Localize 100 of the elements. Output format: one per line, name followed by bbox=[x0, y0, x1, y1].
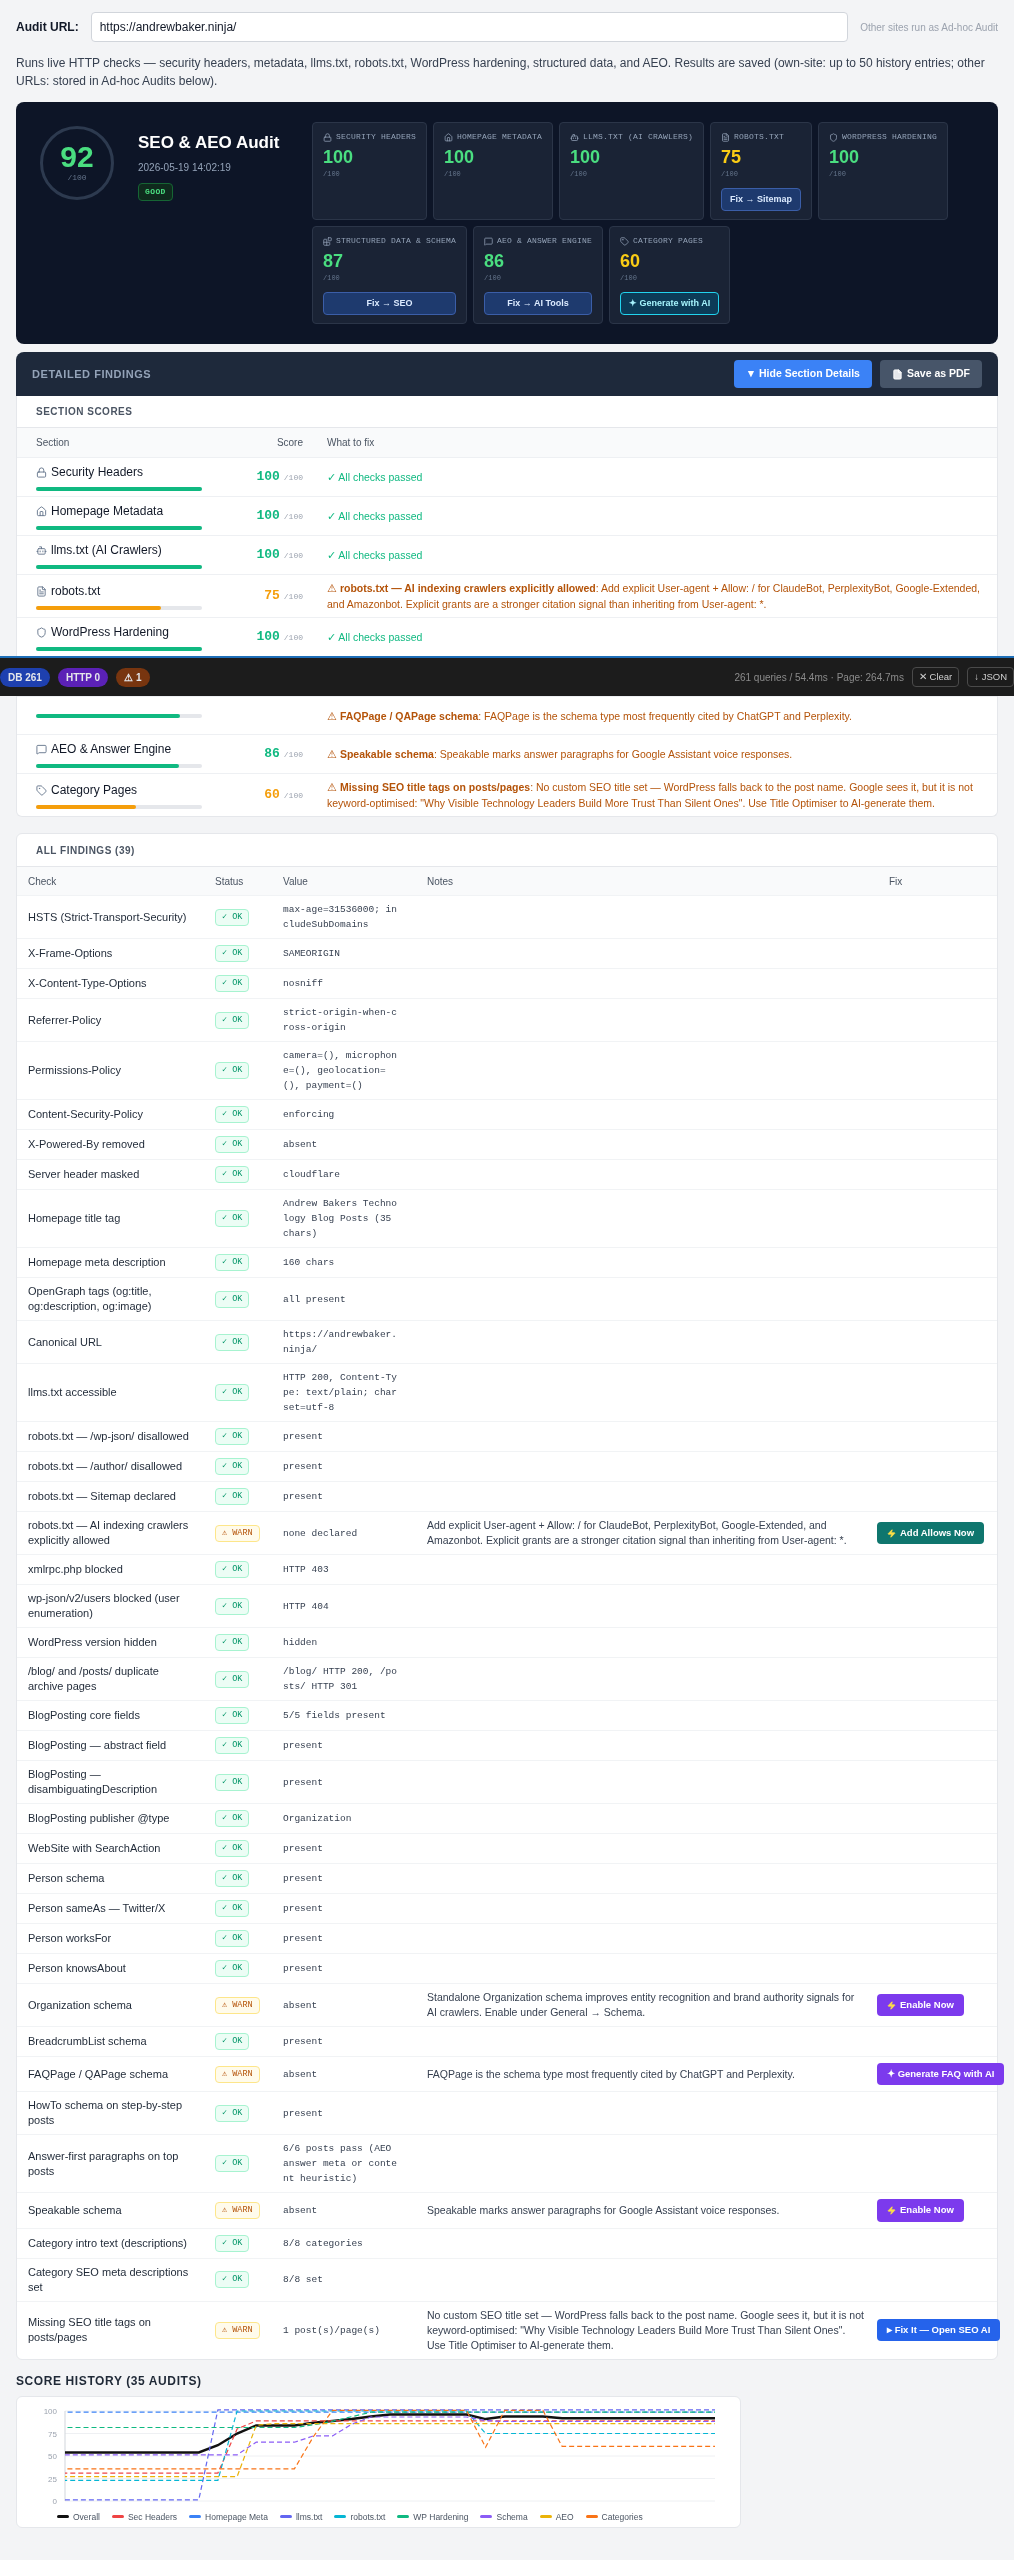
check-name: /blog/ and /posts/ duplicate archive pages bbox=[27, 1664, 160, 1694]
status-badge: ✓ OK bbox=[215, 1634, 250, 1651]
check-value: SAMEORIGIN bbox=[282, 947, 341, 961]
status-badge: ✓ OK bbox=[215, 1428, 250, 1445]
check-value: 6/6 posts pass (AEO answer meta or content heuristic) bbox=[282, 2142, 399, 2187]
status-badge: ✓ OK bbox=[215, 1810, 250, 1827]
check-name: BreadcrumbList schema bbox=[27, 2034, 148, 2049]
check-value: absent bbox=[282, 2067, 319, 2082]
check-name: Organization schema bbox=[27, 1997, 133, 2013]
check-value: 1 post(s)/page(s) bbox=[282, 2323, 381, 2338]
blocks-icon bbox=[323, 236, 332, 246]
section-name: Category Pages bbox=[51, 782, 138, 799]
fix-note: ✓ All checks passed bbox=[326, 630, 424, 645]
section-score-max: /100 bbox=[283, 591, 303, 604]
section-score: 100 bbox=[256, 507, 280, 526]
check-name: Category intro text (descriptions) bbox=[27, 2235, 188, 2251]
fix-button[interactable]: Enable Now bbox=[877, 2199, 964, 2222]
check-name: robots.txt — /wp-json/ disallowed bbox=[27, 1429, 190, 1444]
robot-icon bbox=[36, 544, 47, 556]
section-name: llms.txt (AI Crawlers) bbox=[51, 542, 162, 559]
y-tick-label: 50 bbox=[48, 2451, 57, 2461]
check-value: present bbox=[282, 1775, 324, 1790]
section-score: 60 bbox=[264, 786, 280, 805]
status-badge: ✓ OK bbox=[215, 1106, 250, 1123]
debug-pill[interactable]: HTTP 0 bbox=[57, 667, 109, 687]
tile-score: 75 bbox=[721, 146, 743, 169]
check-name: Canonical URL bbox=[27, 1334, 103, 1350]
status-badge: ✓ OK bbox=[215, 945, 250, 962]
fix-note: ✓ All checks passed bbox=[326, 509, 424, 524]
check-value: cloudflare bbox=[282, 1168, 341, 1182]
status-badge: ✓ OK bbox=[215, 1210, 250, 1227]
status-badge: ✓ OK bbox=[215, 1960, 250, 1977]
section-name: AEO & Answer Engine bbox=[51, 741, 172, 758]
detailed-findings-title: DETAILED FINDINGS bbox=[32, 366, 152, 382]
tile-label: STRUCTURED DATA & SCHEMA bbox=[336, 235, 457, 247]
check-name: Server header masked bbox=[27, 1167, 141, 1182]
check-name: Person worksFor bbox=[27, 1931, 113, 1946]
section-score: 100 bbox=[256, 628, 280, 647]
header-button[interactable]: Save as PDF bbox=[879, 360, 982, 388]
check-name: BlogPosting — abstract field bbox=[27, 1738, 168, 1753]
debug-pill[interactable]: DB 261 bbox=[0, 667, 50, 687]
section-name: Security Headers bbox=[51, 464, 144, 481]
check-value: https://andrewbaker.ninja/ bbox=[282, 1328, 399, 1357]
check-name: Content-Security-Policy bbox=[27, 1107, 144, 1122]
status-badge: ✓ OK bbox=[215, 1561, 250, 1578]
check-name: FAQPage / QAPage schema bbox=[27, 2066, 170, 2082]
status-badge: ✓ OK bbox=[215, 1254, 250, 1271]
check-name: Speakable schema bbox=[27, 2202, 123, 2218]
check-name: BlogPosting core fields bbox=[27, 1708, 141, 1723]
status-badge: ✓ OK bbox=[215, 2271, 250, 2288]
lock-icon bbox=[36, 466, 47, 478]
check-value: Organization bbox=[282, 1812, 353, 1826]
column-header: Check bbox=[27, 874, 58, 889]
check-note: Add explicit User-agent + Allow: / for ClaudeBot, PerplexityBot, Google-Extended, and Amazonbot. Explicit grants are a stronger citation signal than inheriting from User-agent: *. bbox=[427, 1518, 848, 1548]
check-value: present bbox=[282, 1842, 324, 1856]
lightning-icon bbox=[887, 2000, 896, 2010]
tile-action-button[interactable]: Fix → Sitemap bbox=[721, 187, 802, 211]
fix-button[interactable]: Enable Now bbox=[877, 1993, 964, 2017]
all-findings-title: ALL FINDINGS (39) bbox=[36, 843, 135, 858]
y-tick-label: 75 bbox=[48, 2429, 57, 2438]
tile-action-button[interactable]: Fix → AI Tools bbox=[484, 291, 593, 315]
house-icon bbox=[444, 132, 453, 142]
debug-pill[interactable]: ⚠ 1 bbox=[116, 667, 150, 687]
url-field[interactable]: https://andrewbaker.ninja/ bbox=[90, 12, 849, 42]
check-note: Speakable marks answer paragraphs for Google Assistant voice responses. bbox=[427, 2202, 780, 2218]
check-note: Standalone Organization schema improves entity recognition and brand authority signals for AI crawlers. Enable under General → Schema. bbox=[427, 1990, 856, 2020]
header-button[interactable]: ▼ Hide Section Details bbox=[733, 360, 872, 388]
overall-score: 92 bbox=[60, 142, 94, 172]
tag-icon bbox=[620, 236, 630, 246]
check-name: robots.txt — /author/ disallowed bbox=[27, 1459, 184, 1474]
column-header: What to fix bbox=[326, 436, 376, 450]
tile-action-button[interactable]: ✦ Generate with AI bbox=[620, 291, 720, 315]
legend-item: WP Hardening bbox=[397, 2510, 469, 2524]
check-value: present bbox=[282, 1872, 324, 1886]
status-badge: ⚠ WARN bbox=[215, 1524, 260, 1542]
check-value: present bbox=[282, 2106, 324, 2121]
check-value: present bbox=[282, 1490, 324, 1504]
legend-item: Sec Headers bbox=[111, 2510, 178, 2524]
debug-button[interactable]: ↓ JSON bbox=[967, 666, 1014, 688]
check-name: WebSite with SearchAction bbox=[27, 1841, 162, 1856]
fix-button[interactable]: ✦ Generate FAQ with AI bbox=[877, 2063, 1005, 2086]
url-hint: Other sites run as Ad-hoc Audit bbox=[860, 20, 998, 35]
check-value: all present bbox=[282, 1292, 347, 1307]
check-name: wp-json/v2/users blocked (user enumeration) bbox=[27, 1591, 181, 1621]
check-name: WordPress version hidden bbox=[27, 1635, 158, 1650]
status-badge: ✓ OK bbox=[215, 1707, 250, 1724]
speech-bubble-icon bbox=[36, 743, 47, 755]
y-tick-label: 25 bbox=[48, 2474, 57, 2483]
debug-button[interactable]: ✕ Clear bbox=[911, 666, 960, 688]
tile-action-button[interactable]: Fix → SEO bbox=[323, 291, 457, 315]
check-value: max-age=31536000; includeSubDomains bbox=[282, 903, 399, 932]
section-score-max: /100 bbox=[283, 632, 303, 645]
fix-button[interactable]: ▸ Fix It — Open SEO AI bbox=[877, 2318, 1001, 2342]
check-name: llms.txt accessible bbox=[27, 1385, 118, 1400]
check-name: HSTS (Strict-Transport-Security) bbox=[27, 909, 188, 925]
check-value: Andrew Bakers Technology Blog Posts (35 chars) bbox=[282, 1197, 399, 1241]
check-name: xmlrpc.php blocked bbox=[27, 1562, 124, 1577]
section-score-max: /100 bbox=[283, 550, 303, 563]
fix-button[interactable]: Add Allows Now bbox=[877, 1521, 985, 1545]
check-note: FAQPage is the schema type most frequently cited by ChatGPT and Perplexity. bbox=[427, 2066, 795, 2082]
